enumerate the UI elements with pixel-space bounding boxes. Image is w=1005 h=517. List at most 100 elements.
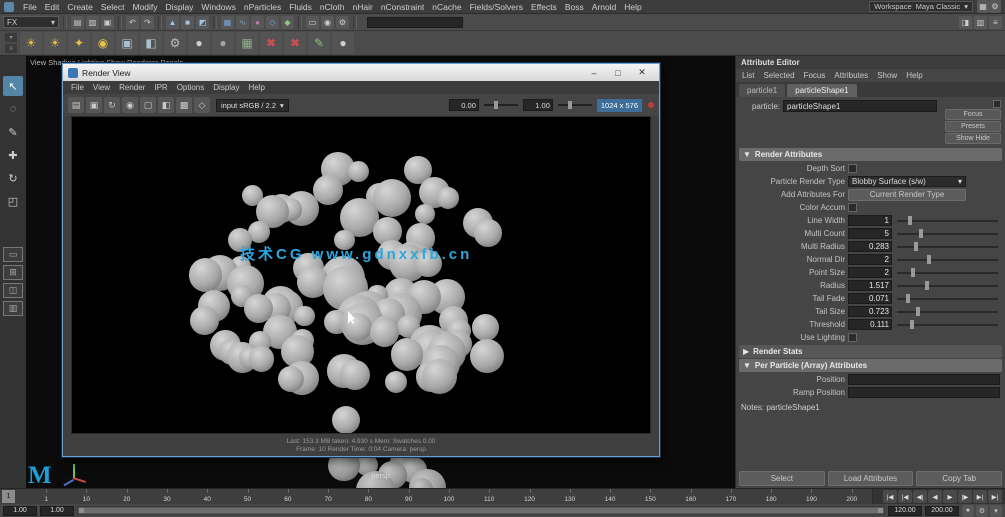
shelf-lambert-icon[interactable]: ●	[212, 32, 234, 54]
select-button[interactable]: Select	[739, 471, 825, 486]
step-forward-frame-button[interactable]: ▶|	[973, 490, 987, 503]
rv-rgb-channels-icon[interactable]: ▩	[176, 97, 192, 113]
scale-tool[interactable]: ◰	[3, 191, 23, 211]
node-tab[interactable]: particle1	[739, 84, 785, 97]
frame-tick[interactable]: 10	[66, 489, 106, 504]
attribute-checkbox[interactable]	[848, 333, 857, 342]
render-view-menu-item[interactable]: View	[89, 83, 114, 92]
attribute-value-field[interactable]: 5	[848, 228, 892, 239]
frame-tick[interactable]: 130	[550, 489, 590, 504]
frame-tick[interactable]: 170	[711, 489, 751, 504]
lasso-select-tool[interactable]: ◌	[3, 99, 23, 119]
make-live-icon[interactable]: ◆	[281, 16, 294, 29]
main-menu-item[interactable]: Select	[97, 2, 129, 12]
attribute-value-field[interactable]: 2	[848, 267, 892, 278]
load-attributes-button[interactable]: Load Attributes	[828, 471, 914, 486]
render-view-menu-item[interactable]: Render	[115, 83, 149, 92]
undo-icon[interactable]: ↶	[126, 16, 139, 29]
minimize-button[interactable]: –	[582, 65, 606, 80]
notes-area[interactable]	[739, 413, 1002, 467]
maximize-button[interactable]: □	[606, 65, 630, 80]
range-start-handle[interactable]	[79, 508, 84, 513]
frame-tick[interactable]: 200	[832, 489, 872, 504]
shelf-point-light-icon[interactable]: ✦	[68, 32, 90, 54]
attribute-value-field[interactable]: 0.723	[848, 306, 892, 317]
shelf-spot-light-icon[interactable]: ◉	[92, 32, 114, 54]
attribute-slider[interactable]	[895, 215, 1002, 226]
attribute-slider[interactable]	[895, 293, 1002, 304]
main-menu-item[interactable]: Fluids	[285, 2, 316, 12]
frame-tick[interactable]: 140	[590, 489, 630, 504]
playback-end-field[interactable]: 120.00	[888, 506, 922, 516]
playback-start-field[interactable]: 1.00	[40, 506, 74, 516]
shelf-directional-light-icon[interactable]: ☀	[44, 32, 66, 54]
modeling-toolkit-toggle-icon[interactable]: ◨	[959, 16, 972, 29]
main-menu-item[interactable]: nHair	[349, 2, 377, 12]
play-backwards-button[interactable]: ◀	[928, 490, 942, 503]
current-frame-marker[interactable]: 1	[2, 490, 15, 503]
attribute-editor-toggle-icon[interactable]: ≡	[989, 16, 1002, 29]
attribute-editor-menu-item[interactable]: List	[738, 71, 758, 80]
frame-tick[interactable]: 20	[107, 489, 147, 504]
paint-select-tool[interactable]: ✎	[3, 122, 23, 142]
channel-box-toggle-icon[interactable]: ▥	[974, 16, 987, 29]
frame-tick[interactable]: 110	[469, 489, 509, 504]
render-view-menu-item[interactable]: IPR	[150, 83, 171, 92]
display-colorspace-dropdown[interactable]: input sRGB / 2.2▾	[216, 99, 289, 112]
play-forward-button[interactable]: ▶	[943, 490, 957, 503]
attribute-editor-menu-item[interactable]: Attributes	[830, 71, 872, 80]
time-slider[interactable]: 1102030405060708090100110120130140150160…	[0, 488, 1005, 504]
gamma-field[interactable]: 1.00	[523, 99, 553, 111]
attribute-editor-menu-item[interactable]: Focus	[800, 71, 830, 80]
hypershade-layout-button[interactable]: ▥	[3, 301, 23, 316]
frame-tick[interactable]: 190	[791, 489, 831, 504]
shelf-delete-unused-icon[interactable]: ✖	[260, 32, 282, 54]
frame-tick[interactable]: 180	[751, 489, 791, 504]
presets-button[interactable]: Presets	[945, 121, 1001, 132]
frame-tick[interactable]: 50	[227, 489, 267, 504]
anim-preferences-icon[interactable]: ⚙	[976, 505, 988, 517]
current-render-type-button[interactable]: Current Render Type	[848, 189, 966, 201]
persp-outliner-layout-button[interactable]: ◫	[3, 283, 23, 298]
render-view-menu-item[interactable]: Help	[245, 83, 269, 92]
gamma-slider[interactable]	[558, 104, 592, 106]
attribute-editor-menu-item[interactable]: Selected	[759, 71, 798, 80]
node-tab[interactable]: particleShape1	[787, 84, 856, 97]
frame-tick[interactable]: 60	[268, 489, 308, 504]
attribute-value-field[interactable]: 1	[848, 215, 892, 226]
move-tool[interactable]: ✚	[3, 145, 23, 165]
four-pane-layout-button[interactable]: ⊞	[3, 265, 23, 280]
select-object-icon[interactable]: ■	[181, 16, 194, 29]
main-menu-item[interactable]: Arnold	[588, 2, 621, 12]
rv-region-render-icon[interactable]: ▢	[140, 97, 156, 113]
main-menu-item[interactable]: nCache	[428, 2, 465, 12]
select-tool[interactable]: ↖	[3, 76, 23, 96]
workspace-grid-icon[interactable]: ▦	[977, 0, 989, 13]
shelf-render-settings-icon[interactable]: ⚙	[164, 32, 186, 54]
attribute-value-field[interactable]: 0.283	[848, 241, 892, 252]
shelf-checker-icon[interactable]: ▦	[236, 32, 258, 54]
per-particle-attribute-field[interactable]	[848, 387, 1000, 398]
auto-key-icon[interactable]: ●	[962, 505, 974, 517]
main-menu-item[interactable]: File	[19, 2, 41, 12]
frame-tick[interactable]: 160	[671, 489, 711, 504]
main-menu-item[interactable]: Effects	[527, 2, 561, 12]
lock-name-checkbox[interactable]	[993, 100, 1001, 108]
node-name-field[interactable]: particleShape1	[783, 100, 937, 112]
shelf-delete-history-icon[interactable]: ✖	[284, 32, 306, 54]
main-menu-item[interactable]: Help	[620, 2, 645, 12]
shelf-area-light-icon[interactable]: ☀	[20, 32, 42, 54]
main-menu-item[interactable]: Edit	[41, 2, 64, 12]
render-icon[interactable]: ▭	[306, 16, 319, 29]
save-scene-icon[interactable]: ▣	[101, 16, 114, 29]
snap-grid-icon[interactable]: ▦	[221, 16, 234, 29]
exposure-field[interactable]: 0.00	[449, 99, 479, 111]
rv-ipr-render-icon[interactable]: ◉	[122, 97, 138, 113]
character-set-icon[interactable]: ▾	[990, 505, 1002, 517]
frame-tick[interactable]: 100	[429, 489, 469, 504]
animation-start-field[interactable]: 1.00	[3, 506, 37, 516]
redo-icon[interactable]: ↷	[141, 16, 154, 29]
snap-plane-icon[interactable]: ◇	[266, 16, 279, 29]
rv-open-image-icon[interactable]: ▤	[68, 97, 84, 113]
rv-snapshot-icon[interactable]: ◧	[158, 97, 174, 113]
